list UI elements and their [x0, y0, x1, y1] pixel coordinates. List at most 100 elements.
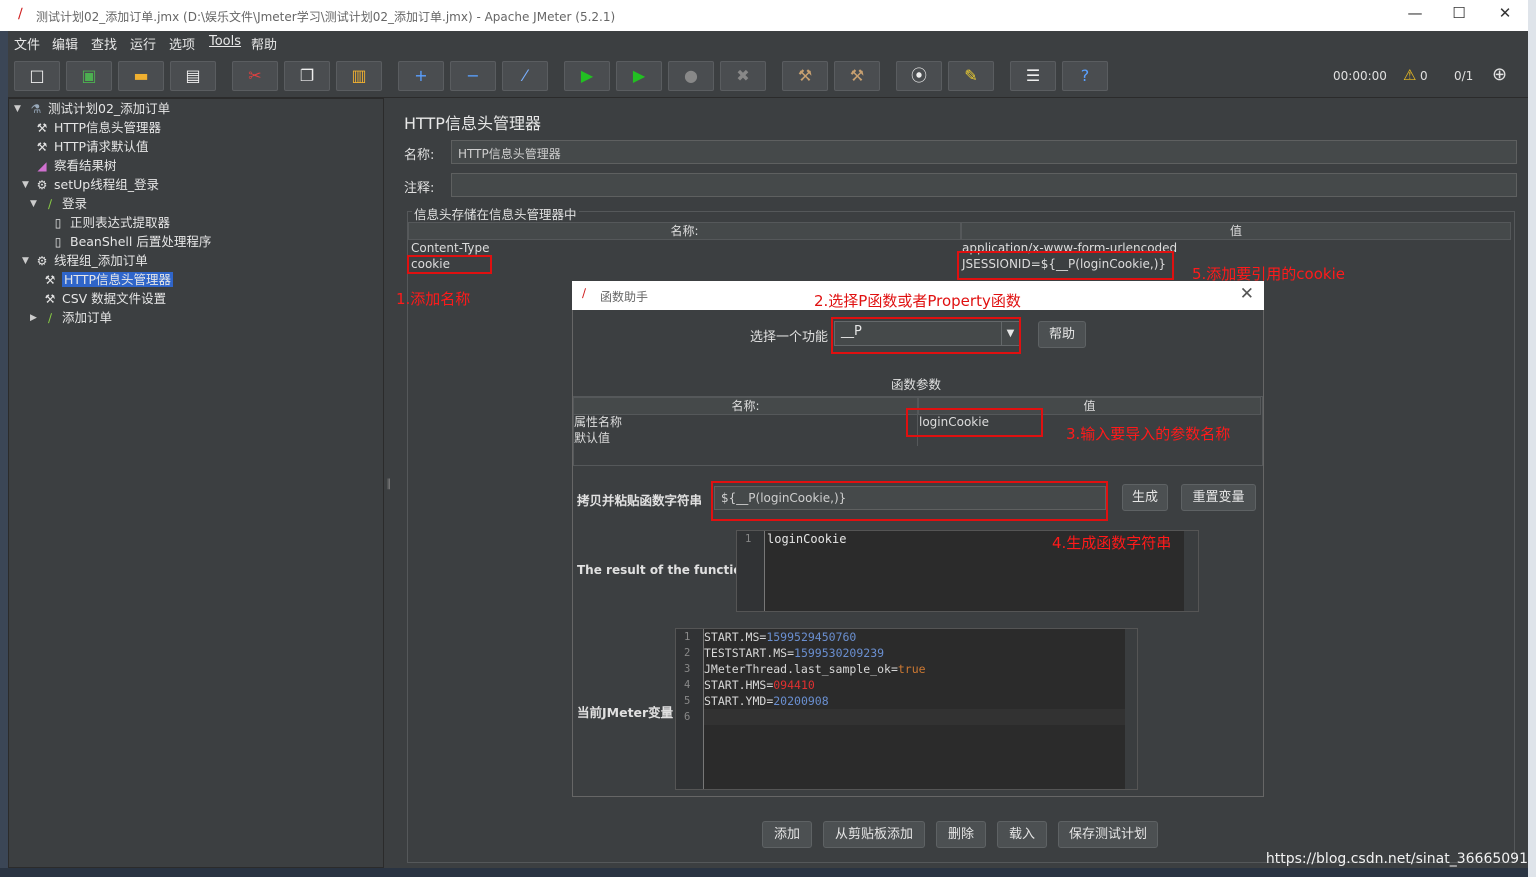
result-scrollbar[interactable] — [1184, 531, 1198, 611]
menu-tools[interactable]: Tools — [209, 34, 241, 49]
close-window-button[interactable]: ✕ — [1490, 4, 1520, 26]
menu-bar: 文件 编辑 查找 运行 选项 Tools 帮助 — [8, 31, 1528, 53]
copy-icon: ❐ — [299, 66, 315, 85]
save-test-plan-button[interactable]: 保存测试计划 — [1058, 821, 1158, 848]
menu-options[interactable]: 选项 — [169, 34, 195, 53]
headers-col-name[interactable]: 名称: — [408, 222, 961, 240]
expand-arrow-icon[interactable]: ▼ — [30, 199, 37, 209]
name-field[interactable]: HTTP信息头管理器 — [451, 140, 1517, 164]
tree-node-thread-group[interactable]: ⚙ 线程组_添加订单 — [34, 252, 148, 270]
wrench-icon: ⚒ — [44, 273, 56, 287]
toggle-button[interactable]: ⁄ — [502, 61, 548, 91]
annotation-box-name — [407, 255, 492, 274]
remote-icon[interactable]: ⊕ — [1492, 64, 1507, 85]
reset-search-button[interactable]: ✎ — [948, 61, 994, 91]
var-line: START.HMS=094410 — [704, 678, 815, 692]
collapsed-arrow-icon[interactable]: ▶ — [30, 313, 37, 323]
desktop-edge — [1528, 0, 1536, 877]
maximize-button[interactable]: ☐ — [1444, 4, 1474, 26]
divider-grip-icon[interactable]: ║ — [386, 480, 391, 490]
wrench-icon: ⚒ — [36, 121, 48, 135]
param-row-2-name[interactable]: 默认值 — [571, 430, 610, 446]
templates-button[interactable]: ▣ — [66, 61, 112, 91]
menu-search[interactable]: 查找 — [91, 34, 117, 53]
var-line: JMeterThread.last_sample_ok=true — [704, 662, 926, 676]
expand-arrow-icon[interactable]: ▼ — [14, 104, 21, 114]
collapse-button[interactable]: − — [450, 61, 496, 91]
help-button[interactable]: ? — [1062, 61, 1108, 91]
tree-node-add-order-sampler[interactable]: ∕ 添加订单 — [42, 309, 112, 327]
annotation-step-5: 5.添加要引用的cookie — [1192, 265, 1345, 283]
cut-button[interactable]: ✂ — [232, 61, 278, 91]
line-number: 2 — [684, 647, 691, 659]
tree-node-setup-thread-group[interactable]: ⚙ setUp线程组_登录 — [34, 176, 159, 194]
comment-field[interactable] — [451, 173, 1517, 197]
save-icon: ▤ — [185, 66, 201, 85]
delete-button[interactable]: 删除 — [936, 821, 986, 848]
annotation-step-2: 2.选择P函数或者Property函数 — [814, 292, 1021, 310]
function-help-button[interactable]: 帮助 — [1038, 321, 1086, 348]
params-col-name[interactable]: 名称: — [573, 397, 918, 415]
document-icon: ▯ — [54, 216, 62, 230]
tree-node-csv-data-set[interactable]: ⚒ CSV 数据文件设置 — [42, 290, 167, 308]
add-button[interactable]: 添加 — [762, 821, 812, 848]
wrench-icon: ⚒ — [36, 140, 48, 154]
warning-icon[interactable]: ⚠ — [1403, 66, 1416, 84]
tree-node-login-sampler[interactable]: ∕ 登录 — [42, 195, 87, 213]
expand-arrow-icon[interactable]: ▼ — [22, 256, 29, 266]
comment-label: 注释: — [404, 181, 435, 196]
gear-icon: ⚙ — [36, 178, 48, 192]
expand-arrow-icon[interactable]: ▼ — [22, 180, 29, 190]
tree-node-regex-extractor[interactable]: ▯ 正则表达式提取器 — [50, 214, 170, 232]
select-function-label: 选择一个功能 — [750, 330, 829, 345]
menu-edit[interactable]: 编辑 — [52, 34, 78, 53]
stop-button[interactable]: ● — [668, 61, 714, 91]
var-line: START.MS=1599529450760 — [704, 630, 857, 644]
clear-button[interactable]: ⚒ — [782, 61, 828, 91]
tree-node-http-header-manager[interactable]: ⚒ HTTP信息头管理器 — [34, 119, 161, 137]
new-file-icon: □ — [29, 66, 45, 85]
start-button[interactable]: ▶ — [564, 61, 610, 91]
param-row-1-name[interactable]: 属性名称 — [571, 414, 622, 430]
headers-col-value[interactable]: 值 — [961, 222, 1511, 240]
search-button[interactable]: ⦿ — [896, 61, 942, 91]
expand-button[interactable]: + — [398, 61, 444, 91]
help-icon: ? — [1080, 66, 1090, 85]
paste-button[interactable]: ▥ — [336, 61, 382, 91]
shutdown-button[interactable]: ✖ — [720, 61, 766, 91]
menu-help[interactable]: 帮助 — [251, 34, 277, 53]
new-button[interactable]: □ — [14, 61, 60, 91]
load-button[interactable]: 载入 — [997, 821, 1047, 848]
header-row-1-name[interactable]: Content-Type — [408, 240, 961, 256]
pipette-icon: ∕ — [47, 197, 53, 211]
dialog-close-icon[interactable]: ✕ — [1240, 284, 1254, 304]
tree-node-http-header-manager-selected[interactable]: ⚒ HTTP信息头管理器 — [42, 271, 173, 289]
menu-file[interactable]: 文件 — [14, 34, 40, 53]
variables-editor[interactable]: 1 2 3 4 5 6 START.MS=1599529450760 TESTS… — [675, 628, 1138, 790]
vars-scrollbar[interactable] — [1125, 629, 1137, 789]
var-line: START.YMD=20200908 — [704, 694, 829, 708]
tree-node-http-defaults[interactable]: ⚒ HTTP请求默认值 — [34, 138, 149, 156]
minimize-button[interactable]: — — [1400, 4, 1430, 26]
clear-all-button[interactable]: ⚒ — [834, 61, 880, 91]
line-number: 3 — [684, 663, 691, 675]
tree-node-beanshell-postprocessor[interactable]: ▯ BeanShell 后置处理程序 — [50, 233, 212, 251]
reset-variables-button[interactable]: 重置变量 — [1181, 484, 1256, 511]
list-icon: ☰ — [1025, 66, 1041, 85]
params-title: 函数参数 — [891, 377, 942, 392]
document-icon: ▯ — [54, 235, 62, 249]
annotation-box-function — [831, 317, 1021, 354]
paste-icon: ▥ — [351, 66, 367, 85]
save-button[interactable]: ▤ — [170, 61, 216, 91]
menu-run[interactable]: 运行 — [130, 34, 156, 53]
start-no-pause-button[interactable]: ▶ — [616, 61, 662, 91]
generate-button[interactable]: 生成 — [1122, 484, 1168, 511]
plus-icon: + — [414, 66, 428, 85]
tree-node-results-tree[interactable]: ◢ 察看结果树 — [34, 157, 116, 175]
copy-button[interactable]: ❐ — [284, 61, 330, 91]
open-button[interactable]: ▬ — [118, 61, 164, 91]
toggle-icon: ⁄ — [523, 66, 527, 85]
add-from-clipboard-button[interactable]: 从剪贴板添加 — [823, 821, 925, 848]
tree-node-test-plan[interactable]: ⚗ 测试计划02_添加订单 — [28, 100, 171, 118]
function-helper-button[interactable]: ☰ — [1010, 61, 1056, 91]
